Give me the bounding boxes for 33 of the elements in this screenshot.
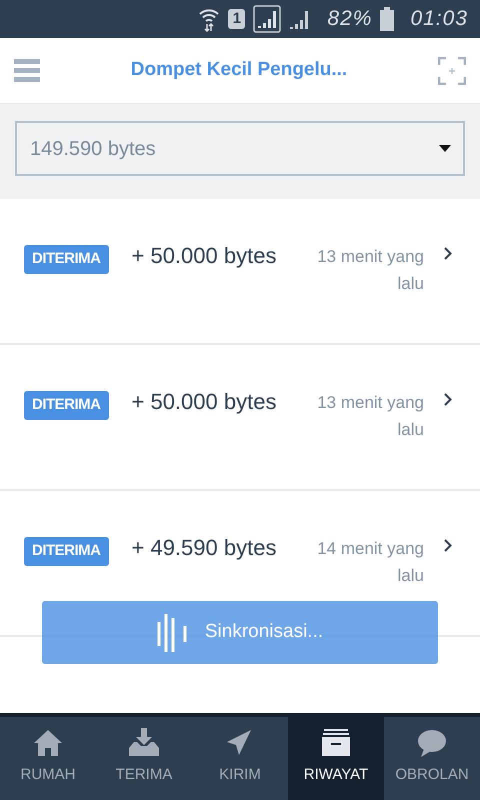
transaction-row[interactable]: DITERIMA + 50.000 bytes 13 menit yang lalu [0,199,480,345]
status-tag: DITERIMA [24,245,108,274]
transaction-row[interactable]: DITERIMA + 50.000 bytes 13 menit yang lalu [0,345,480,491]
clock: 01:03 [410,6,468,32]
timestamp-text: 13 menit yang lalu [316,246,424,295]
download-tray-icon [129,728,159,758]
signal-icon [253,5,282,33]
battery-icon [380,7,394,31]
menu-icon [14,58,40,82]
archive-box-icon [321,728,351,758]
sync-toast: Sinkronisasi... [42,601,438,664]
chevron-right-icon [444,393,452,406]
timestamp-text: 13 menit yang lalu [316,392,424,441]
menu-button[interactable] [14,58,40,83]
nav-tab[interactable]: RIWAYAT [288,717,384,800]
chevron-right-icon [444,247,452,260]
scan-icon [438,56,466,84]
amount-text: + 50.000 bytes [132,242,278,270]
scan-button[interactable] [438,56,466,84]
caret-icon [439,145,451,152]
sound-wave-icon [156,612,189,654]
speech-bubble-icon [417,728,447,758]
status-tag: DITERIMA [24,391,108,420]
sim-icon: 1 [228,9,246,29]
status-tag: DITERIMA [24,537,108,566]
amount-text: + 49.590 bytes [132,534,278,562]
battery-percentage: 82% [327,6,372,32]
app-title: Dompet Kecil Pengelu... [130,58,348,82]
wallet-dropdown[interactable]: 149.590 bytes [15,121,465,176]
amount-text: + 50.000 bytes [132,388,278,416]
chevron-right-icon [444,539,452,552]
timestamp-text: 14 menit yang lalu [316,538,424,587]
home-icon [33,728,63,758]
